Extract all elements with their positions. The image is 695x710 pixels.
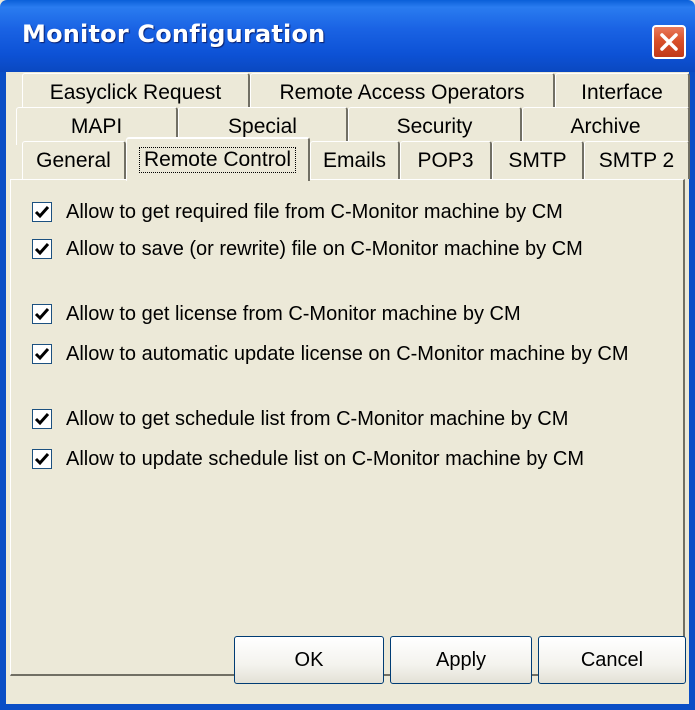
tab-interface[interactable]: Interface [555,73,690,111]
tab-label: General [36,148,111,172]
tab-remote-control[interactable]: Remote Control [126,137,310,181]
option-label: Allow to update schedule list on C-Monit… [66,447,585,470]
tab-archive[interactable]: Archive [522,107,690,145]
checkmark-icon [34,206,50,219]
option-label: Allow to get schedule list from C-Monito… [66,407,569,430]
ok-button[interactable]: OK [234,636,384,684]
checkbox[interactable] [32,449,52,469]
tab-emails[interactable]: Emails [310,141,400,179]
tab-label: Interface [581,80,663,104]
checkbox[interactable] [32,409,52,429]
option-get-required-file[interactable]: Allow to get required file from C-Monito… [32,199,563,225]
checkmark-icon [34,348,50,361]
cancel-button[interactable]: Cancel [538,636,686,684]
checkbox[interactable] [32,344,52,364]
tab-label: Security [396,114,473,138]
tab-label: Emails [322,148,386,172]
checkmark-icon [34,308,50,321]
close-button[interactable] [652,25,686,59]
option-label: Allow to save (or rewrite) file on C-Mon… [66,237,583,260]
checkmark-icon [34,413,50,426]
checkbox[interactable] [32,239,52,259]
tab-easyclick-request[interactable]: Easyclick Request [22,73,250,111]
tab-label: SMTP 2 [598,148,675,172]
close-icon [660,33,678,51]
tab-label: Archive [570,114,641,138]
checkmark-icon [34,243,50,256]
title-bar[interactable]: Monitor Configuration [0,0,695,72]
option-get-license[interactable]: Allow to get license from C-Monitor mach… [32,301,521,327]
tab-label: SMTP [508,148,567,172]
option-auto-update-license[interactable]: Allow to automatic update license on C-M… [32,341,628,367]
tab-pop3[interactable]: POP3 [400,141,492,179]
monitor-configuration-window: Monitor Configuration Easyclick Request … [0,0,695,710]
tab-security[interactable]: Security [348,107,522,145]
tab-label: Remote Control [138,147,297,173]
window-frame-bottom [0,704,695,710]
checkbox[interactable] [32,202,52,222]
tab-label: Easyclick Request [49,80,222,104]
option-get-schedule-list[interactable]: Allow to get schedule list from C-Monito… [32,406,568,432]
tab-label: POP3 [417,148,474,172]
checkbox[interactable] [32,304,52,324]
option-save-file[interactable]: Allow to save (or rewrite) file on C-Mon… [32,236,583,262]
window-frame-left [0,72,6,710]
option-update-schedule-list[interactable]: Allow to update schedule list on C-Monit… [32,446,584,472]
window-title: Monitor Configuration [22,20,326,48]
tab-smtp-2[interactable]: SMTP 2 [584,141,690,179]
tab-smtp[interactable]: SMTP [492,141,584,179]
checkmark-icon [34,453,50,466]
tab-label: Special [228,114,297,138]
tab-label: Remote Access Operators [279,80,525,104]
tab-general[interactable]: General [22,141,126,179]
option-label: Allow to get required file from C-Monito… [66,200,563,223]
option-label: Allow to get license from C-Monitor mach… [66,302,521,325]
option-label: Allow to automatic update license on C-M… [66,342,629,365]
tab-label: MAPI [70,114,123,138]
apply-button[interactable]: Apply [390,636,532,684]
tab-remote-access-operators[interactable]: Remote Access Operators [250,73,555,111]
